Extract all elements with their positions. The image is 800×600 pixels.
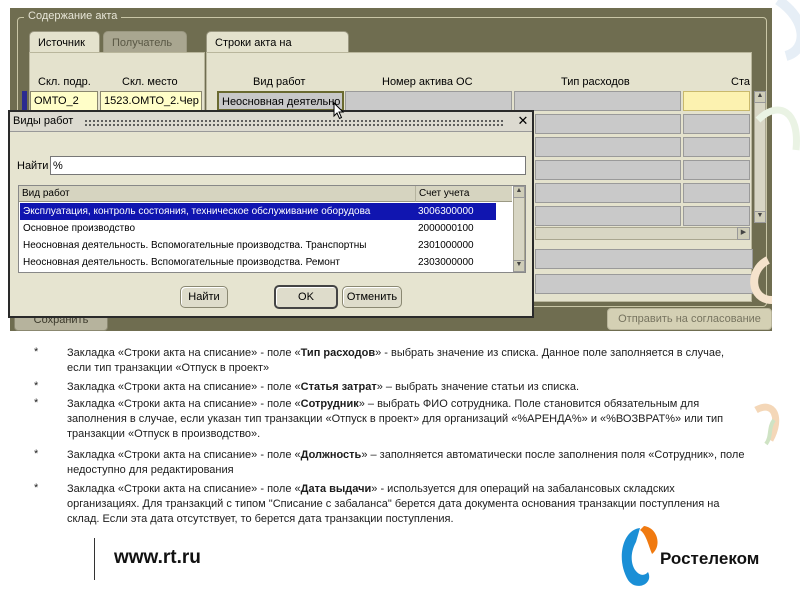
tab-writeoff-lines[interactable]: Строки акта на списание — [206, 31, 349, 61]
list-item-account: 2301000000 — [418, 240, 474, 251]
asset-number-field[interactable] — [345, 91, 512, 111]
brand-name: Ростелеком — [660, 549, 760, 568]
find-button[interactable]: Найти — [180, 286, 228, 308]
list-scroll-up-icon[interactable]: ▲ — [513, 186, 525, 198]
bullet-icon: * — [34, 482, 39, 494]
find-label: Найти — [17, 160, 49, 172]
rostelecom-logo-icon — [621, 526, 658, 586]
header-expense-type: Тип расходов — [561, 76, 630, 88]
footer-divider — [94, 538, 95, 580]
list-item-name: Основное производство — [23, 223, 136, 234]
detail-field-2[interactable] — [535, 274, 753, 294]
column-header-account[interactable]: Счет учета — [415, 186, 512, 202]
work-types-dialog: Виды работ ✕ Найти Вид работ Счет учета … — [8, 110, 534, 318]
current-row-marker — [22, 91, 27, 111]
detail-field-1[interactable] — [535, 249, 753, 269]
locator-field[interactable]: 1523.ОМТО_2.Чер — [100, 91, 202, 111]
expense-type-field[interactable] — [514, 91, 681, 111]
note-text: Закладка «Строки акта на списание» - пол… — [67, 449, 301, 461]
titlebar-grip — [84, 119, 504, 126]
list-item-account: 2000000100 — [418, 223, 474, 234]
tab-recipient[interactable]: Получатель — [103, 31, 187, 53]
work-types-list: Вид работ Счет учета Эксплуатация, контр… — [18, 185, 526, 273]
grid-horizontal-scrollbar[interactable] — [535, 227, 750, 240]
cancel-button[interactable]: Отменить — [342, 286, 402, 308]
list-item-name: Неосновная деятельность. Вспомогательные… — [23, 240, 367, 251]
note-field: Сотрудник — [300, 398, 359, 410]
header-subinventory: Скл. подр. — [38, 76, 91, 88]
note-field: Тип расходов — [300, 347, 376, 359]
decorative-swirls-icon — [750, 0, 800, 446]
close-icon[interactable]: ✕ — [516, 113, 530, 129]
list-item-account: 3006300000 — [418, 206, 474, 217]
list-item[interactable]: Основное производство 2000000100 — [20, 220, 496, 237]
header-locator: Скл. место — [122, 76, 178, 88]
list-item[interactable]: Эксплуатация, контроль состояния, технич… — [20, 203, 496, 220]
expense-type-row5[interactable] — [535, 183, 681, 203]
note-cost-item: Закладка «Строки акта на списание» - пол… — [67, 380, 747, 395]
subinventory-field[interactable]: ОМТО_2 — [30, 91, 98, 111]
note-text: Закладка «Строки акта на списание» - пол… — [67, 347, 301, 359]
bullet-icon: * — [34, 448, 39, 460]
mouse-cursor-icon — [333, 102, 345, 120]
list-item[interactable]: Неосновная деятельность. Вспомогательные… — [20, 237, 496, 254]
header-work-type: Вид работ — [253, 76, 306, 88]
bullet-icon: * — [34, 380, 39, 392]
dialog-title: Виды работ — [13, 115, 74, 127]
work-type-field[interactable]: Неосновная деятельно — [217, 91, 344, 111]
note-text: Закладка «Строки акта на списание» - пол… — [67, 381, 301, 393]
column-header-work-type[interactable]: Вид работ — [19, 186, 415, 202]
tab-source[interactable]: Источник — [29, 31, 100, 53]
ok-button[interactable]: OK — [274, 285, 338, 309]
bullet-icon: * — [34, 397, 39, 409]
section-title: Содержание акта — [24, 10, 122, 22]
list-item[interactable]: Неосновная деятельность. Вспомогательные… — [20, 254, 496, 271]
footer-url[interactable]: www.rt.ru — [114, 547, 201, 569]
list-item-name: Эксплуатация, контроль состояния, технич… — [23, 206, 371, 217]
note-text: Закладка «Строки акта на списание» - пол… — [67, 483, 301, 495]
bullet-icon: * — [34, 346, 39, 358]
note-employee: Закладка «Строки акта на списание» - пол… — [67, 397, 747, 442]
note-field: Статья затрат — [300, 381, 377, 393]
list-item-name: Неосновная деятельность. Вспомогательные… — [23, 257, 340, 268]
note-expense-type: Закладка «Строки акта на списание» - пол… — [67, 346, 747, 376]
note-position: Закладка «Строки акта на списание» - пол… — [67, 448, 747, 478]
note-text: Закладка «Строки акта на списание» - пол… — [67, 398, 301, 410]
header-asset-number: Номер актива ОС — [382, 76, 473, 88]
note-field: Дата выдачи — [300, 483, 372, 495]
find-input[interactable] — [50, 156, 526, 175]
expense-type-row4[interactable] — [535, 160, 681, 180]
list-item-account: 2303000000 — [418, 257, 474, 268]
expense-type-row2[interactable] — [535, 114, 681, 134]
note-text: » – выбрать значение статьи из списка. — [376, 381, 580, 393]
list-scroll-down-icon[interactable]: ▼ — [513, 260, 525, 272]
expense-type-row3[interactable] — [535, 137, 681, 157]
note-field: Должность — [300, 449, 362, 461]
expense-type-row6[interactable] — [535, 206, 681, 226]
